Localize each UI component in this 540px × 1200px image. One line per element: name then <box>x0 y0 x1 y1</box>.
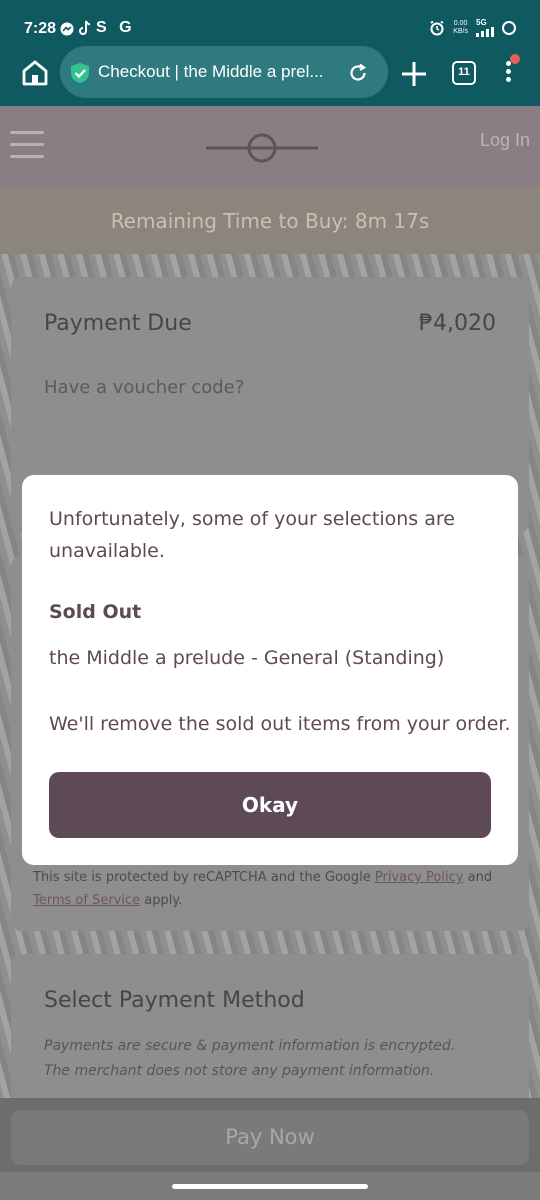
checkout-footer: Pay Now <box>0 1098 540 1178</box>
remaining-time-banner: Remaining Time to Buy: 8m 17s <box>0 188 540 254</box>
battery-ring-icon <box>502 20 516 35</box>
payment-security-note: Payments are secure & payment informatio… <box>44 1038 456 1079</box>
gesture-handle[interactable] <box>172 1184 368 1189</box>
sold-out-dialog: Unfortunately, some of your selections a… <box>22 475 518 865</box>
address-bar[interactable]: Checkout | the Middle a prel... <box>60 46 388 98</box>
status-bar: 7:28 S G 0.00 KB/s 5G <box>0 0 540 44</box>
dialog-message: Unfortunately, some of your selections a… <box>49 508 455 562</box>
login-link[interactable]: Log In <box>480 130 530 151</box>
tab-switcher-button[interactable]: 11 <box>452 61 476 85</box>
alarm-icon <box>430 20 444 35</box>
recaptcha-and: and <box>467 870 493 885</box>
voucher-code-link[interactable]: Have a voucher code? <box>44 377 244 398</box>
net-speed-value: 0.00 <box>453 19 468 27</box>
browser-menu-button[interactable] <box>500 54 520 88</box>
notification-dot <box>510 54 520 64</box>
sold-out-item: the Middle a prelude - General (Standing… <box>49 647 445 669</box>
payment-due-label: Payment Due <box>44 311 192 336</box>
okay-button[interactable]: Okay <box>49 772 491 838</box>
tiktok-icon <box>79 20 91 35</box>
payment-amount: ₱4,020 <box>419 311 496 336</box>
site-logo[interactable] <box>206 130 318 166</box>
pay-now-button[interactable]: Pay Now <box>11 1110 529 1165</box>
removal-note: We'll remove the sold out items from you… <box>49 713 511 735</box>
recaptcha-suffix: apply. <box>144 893 183 908</box>
hamburger-menu-icon[interactable] <box>10 131 44 159</box>
messenger-icon <box>60 22 74 36</box>
new-tab-icon[interactable] <box>400 60 428 88</box>
shield-check-icon <box>71 63 89 83</box>
site-header: Log In <box>0 106 540 188</box>
reload-icon[interactable] <box>348 63 368 83</box>
home-icon[interactable] <box>20 58 50 88</box>
privacy-policy-link[interactable]: Privacy Policy <box>375 870 464 885</box>
status-time: 7:28 <box>24 20 57 37</box>
status-indicators: 0.00 KB/s 5G <box>429 18 516 37</box>
terms-of-service-link[interactable]: Terms of Service <box>33 893 140 908</box>
recaptcha-text: This site is protected by reCAPTCHA and … <box>33 870 371 885</box>
network-type: 5G <box>476 18 487 27</box>
browser-toolbar: Checkout | the Middle a prel... 11 <box>0 44 540 106</box>
recaptcha-notice: This site is protected by reCAPTCHA and … <box>33 866 508 912</box>
signal-icon <box>476 27 494 37</box>
payment-method-title: Select Payment Method <box>44 988 305 1013</box>
page-title-url[interactable]: Checkout | the Middle a prel... <box>98 62 338 82</box>
system-nav-bar <box>0 1172 540 1200</box>
status-app-icons: S G <box>96 19 136 36</box>
net-speed-unit: KB/s <box>453 27 468 35</box>
net-speed: 0.00 KB/s <box>453 20 468 36</box>
sold-out-heading: Sold Out <box>49 601 142 623</box>
network-indicator: 5G <box>476 18 494 37</box>
